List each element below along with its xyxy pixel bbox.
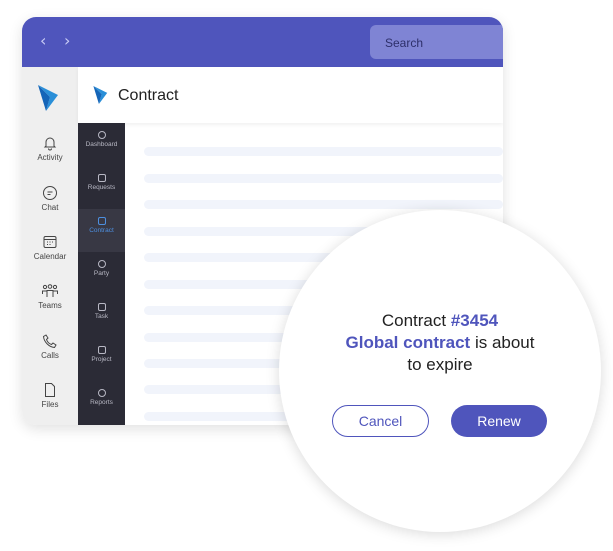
- app-logo-icon: [38, 85, 58, 111]
- contract-number: #3454: [450, 311, 499, 330]
- nav-task[interactable]: Task: [78, 295, 125, 338]
- dialog-message: Contract #3454 Global contract is about …: [279, 310, 601, 376]
- forward-button[interactable]: ›: [64, 31, 70, 50]
- app-logo-icon: [93, 86, 108, 104]
- message-text: Contract: [381, 311, 447, 330]
- rail-item-calls[interactable]: Calls: [22, 333, 78, 360]
- back-button[interactable]: ‹: [40, 31, 46, 50]
- rail-label: Calendar: [33, 252, 67, 261]
- page-header: Contract: [78, 67, 503, 123]
- nav-party[interactable]: Party: [78, 252, 125, 295]
- project-icon: [97, 346, 106, 354]
- page-title: Contract: [118, 87, 179, 104]
- app-rail: Activity Chat Calendar Teams Calls Files: [22, 67, 78, 425]
- module-nav: Dashboard Requests Contract Party Task P…: [78, 123, 125, 425]
- nav-label: Project: [91, 356, 112, 363]
- nav-contract[interactable]: Contract: [78, 209, 125, 252]
- file-icon: [45, 383, 55, 397]
- rail-item-teams[interactable]: Teams: [22, 283, 78, 310]
- message-text: is about: [474, 333, 535, 352]
- message-text: to expire: [407, 355, 473, 374]
- contract-icon: [97, 217, 106, 225]
- requests-icon: [97, 174, 106, 182]
- rail-item-files[interactable]: Files: [22, 382, 78, 409]
- nav-label: Party: [93, 270, 110, 277]
- phone-icon: [42, 334, 57, 349]
- rail-item-calendar[interactable]: Calendar: [22, 234, 78, 261]
- nav-label: Reports: [90, 399, 113, 406]
- party-icon: [97, 260, 106, 268]
- cancel-button[interactable]: Cancel: [332, 405, 429, 437]
- title-bar: ‹ › Search: [22, 17, 503, 67]
- nav-dashboard[interactable]: Dashboard: [78, 123, 125, 166]
- nav-label: Dashboard: [85, 141, 118, 148]
- rail-label: Teams: [38, 301, 62, 310]
- dashboard-icon: [97, 131, 106, 139]
- nav-label: Requests: [87, 184, 116, 191]
- nav-requests[interactable]: Requests: [78, 166, 125, 209]
- rail-item-chat[interactable]: Chat: [22, 185, 78, 212]
- reports-icon: [97, 389, 106, 397]
- calendar-icon: [43, 236, 57, 248]
- contract-name: Global contract: [345, 333, 471, 352]
- expiry-dialog: Contract #3454 Global contract is about …: [279, 210, 601, 532]
- chat-icon: [43, 186, 57, 200]
- nav-label: Task: [94, 313, 109, 320]
- rail-label: Chat: [41, 203, 59, 212]
- teams-icon: [42, 284, 58, 297]
- nav-project[interactable]: Project: [78, 338, 125, 381]
- placeholder-line: [144, 174, 503, 183]
- rail-item-activity[interactable]: Activity: [22, 135, 78, 162]
- search-input[interactable]: Search: [370, 25, 503, 59]
- placeholder-line: [144, 147, 503, 156]
- rail-label: Calls: [41, 351, 59, 360]
- nav-label: Contract: [89, 227, 114, 234]
- nav-reports[interactable]: Reports: [78, 381, 125, 424]
- task-icon: [97, 303, 106, 311]
- placeholder-line: [144, 200, 503, 209]
- bell-icon: [43, 137, 57, 151]
- rail-label: Activity: [37, 153, 63, 162]
- renew-button[interactable]: Renew: [451, 405, 547, 437]
- rail-label: Files: [41, 400, 59, 409]
